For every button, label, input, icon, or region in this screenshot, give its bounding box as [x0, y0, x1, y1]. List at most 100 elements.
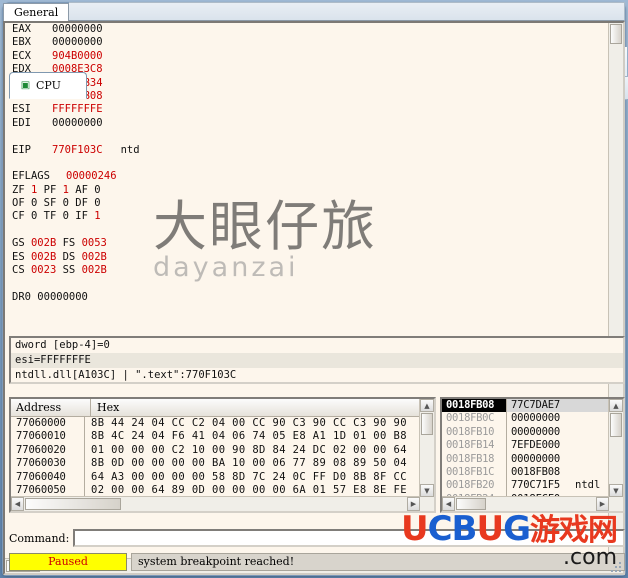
stack-value: 77C7DAE7 [506, 399, 572, 413]
dump-vscroll-thumb[interactable] [421, 413, 433, 435]
command-input[interactable] [73, 529, 625, 547]
dump-panel[interactable]: Address Hex 77060000 8B 44 24 04 CC C2 04… [9, 397, 436, 513]
dump-address: 77060040 [11, 470, 85, 484]
dump-rows[interactable]: 77060000 8B 44 24 04 CC C2 04 00 CC 90 C3… [11, 417, 420, 497]
flags-row[interactable]: OF 0 SF 0 DF 0 [5, 197, 609, 210]
flag-name: OF [12, 197, 25, 210]
stack-scroll-left-button[interactable]: ◀ [442, 497, 455, 511]
dump-hscrollbar[interactable]: ◀ ▶ [11, 496, 420, 511]
flag-value: 0 [94, 183, 101, 196]
stack-address: 0018FB18 [446, 452, 495, 465]
register-row[interactable]: ESP0018FB08 [5, 90, 609, 103]
stack-comment [572, 426, 609, 439]
segment-row[interactable]: ES 002B DS 002B [5, 251, 609, 264]
register-value: 00000000 [52, 23, 103, 35]
info-panel: dword [ebp-4]=0 esi=FFFFFFFE ntdll.dll[A10… [9, 336, 625, 384]
segment-value: 0023 [30, 264, 57, 277]
tab-label: CPU [36, 79, 61, 92]
register-row[interactable]: EFLAGS 00000246 [5, 170, 609, 183]
stack-row[interactable]: 0018FB08 77C7DAE7 [442, 399, 609, 413]
register-name: EFLAGS [12, 170, 50, 183]
stack-hscroll-thumb[interactable] [456, 498, 486, 510]
segment-value: 002B [81, 264, 107, 277]
register-row[interactable]: EDX 0008E3C8 [5, 63, 609, 76]
register-row[interactable] [5, 157, 609, 170]
registers-panel[interactable]: General EAX 00000000 EBX 00000000 ECX 904B000… [3, 2, 625, 575]
stack-panel[interactable]: 0018FB08 77C7DAE7 0018FB0C 00000000 0018FB10… [440, 397, 625, 513]
stack-hscrollbar[interactable]: ◀ ▶ [442, 496, 609, 511]
tab-general-registers[interactable]: General [3, 3, 70, 21]
flag-value: 0 [62, 197, 69, 210]
dump-row[interactable]: 77060030 8B 0D 00 00 00 00 BA 10 00 06 77… [11, 457, 420, 471]
register-comment: ntd [120, 143, 140, 156]
segment-value: 002B [30, 250, 57, 263]
stack-address: 0018FB20 [446, 479, 495, 492]
dump-scroll-up-button[interactable]: ▲ [420, 399, 434, 412]
register-row[interactable]: ESI FFFFFFFE [5, 103, 609, 116]
segment-value: 002B [81, 250, 107, 263]
segment-value: 0053 [81, 237, 107, 250]
stack-address: 0018FB14 [446, 439, 495, 452]
segment-name: GS [12, 237, 25, 250]
segment-value: 002B [30, 237, 57, 250]
flag-value: 0 [62, 210, 69, 223]
dump-scroll-left-button[interactable]: ◀ [11, 497, 24, 511]
register-value: 00000000 [52, 116, 103, 129]
flag-value: 0 [30, 210, 38, 223]
dump-scroll-right-button[interactable]: ▶ [407, 497, 420, 511]
dump-row[interactable]: 77060040 64 A3 00 00 00 00 58 8D 7C 24 0C… [11, 470, 420, 484]
stack-scroll-right-button[interactable]: ▶ [596, 497, 609, 511]
stack-value: 0018FB08 [506, 465, 572, 480]
dump-hex: 8B 44 24 04 CC C2 04 00 CC 90 C3 90 CC C… [91, 417, 407, 429]
debug-register-row[interactable]: DR0 00000000 [5, 291, 609, 304]
flag-value: 1 [30, 183, 38, 196]
stack-scroll-up-button[interactable]: ▲ [609, 399, 623, 412]
segment-spacer [5, 277, 609, 290]
register-row[interactable]: EBP0018FB34 [5, 77, 609, 90]
stack-row[interactable]: 0018FB1C 0018FB08 [442, 465, 609, 480]
stack-address: 0018FB0C [446, 412, 495, 425]
stack-vscrollbar[interactable]: ▲ ▼ [608, 399, 623, 497]
cpu-icon: ▣ [20, 80, 31, 91]
registers-vscroll-thumb[interactable] [610, 24, 622, 44]
register-row[interactable]: EAX 00000000 [5, 23, 609, 36]
window-resize-grip[interactable] [610, 561, 621, 572]
register-row[interactable]: EDI 00000000 [5, 117, 609, 130]
register-value: 00000246 [66, 170, 117, 183]
stack-scroll-down-button[interactable]: ▼ [609, 484, 623, 497]
segment-row[interactable]: CS 0023 SS 002B [5, 264, 609, 277]
dump-row[interactable]: 77060010 8B 4C 24 04 F6 41 04 06 74 05 E8… [11, 430, 420, 444]
registers-tab-label: General [14, 6, 59, 19]
register-row[interactable]: ECX 904B0000 [5, 50, 609, 63]
segment-row[interactable]: GS 002B FS 0053 [5, 237, 609, 250]
register-value: 904B0000 [52, 49, 103, 62]
debug-register-name: DR0 [12, 290, 31, 303]
dump-vscrollbar[interactable]: ▲ ▼ [419, 399, 434, 497]
register-value: 770F103C [52, 143, 103, 156]
command-bar: Command: [9, 527, 625, 549]
dump-col-address: Address [11, 399, 91, 416]
stack-row[interactable]: 0018FB14 7EFDE000 [442, 439, 609, 453]
stack-row[interactable]: 0018FB18 00000000 [442, 452, 609, 466]
stack-comment: ntdl [575, 479, 601, 492]
register-row[interactable]: EIP 770F103C ntd [5, 144, 609, 157]
stack-row[interactable]: 0018FB10 00000000 [442, 425, 609, 440]
stack-scroll-corner [609, 497, 623, 511]
register-value: FFFFFFFE [52, 103, 103, 116]
stack-row[interactable]: 0018FB0C 00000000 [442, 412, 609, 426]
dump-row[interactable]: 77060020 01 00 00 00 C2 10 00 90 8D 84 24… [11, 443, 420, 458]
flags-row[interactable]: CF 0 TF 0 IF 1 [5, 210, 609, 223]
register-row[interactable] [5, 130, 609, 143]
stack-comment [572, 412, 609, 425]
segment-name: FS [62, 237, 76, 250]
stack-row[interactable]: 0018FB20 770C71F5 ntdl [442, 479, 609, 493]
tab-cpu[interactable]: ▣ CPU [9, 72, 87, 99]
dump-row[interactable]: 77060000 8B 44 24 04 CC C2 04 00 CC 90 C3… [11, 417, 420, 431]
stack-rows[interactable]: 0018FB08 77C7DAE7 0018FB0C 00000000 0018FB10… [442, 399, 609, 497]
register-row[interactable]: EBX 00000000 [5, 36, 609, 49]
flags-row[interactable]: ZF 1 PF 1 AF 0 [5, 184, 609, 197]
dump-scroll-down-button[interactable]: ▼ [420, 484, 434, 497]
segment-name: SS [62, 264, 76, 277]
dump-hscroll-thumb[interactable] [25, 498, 121, 510]
stack-vscroll-thumb[interactable] [610, 413, 622, 437]
